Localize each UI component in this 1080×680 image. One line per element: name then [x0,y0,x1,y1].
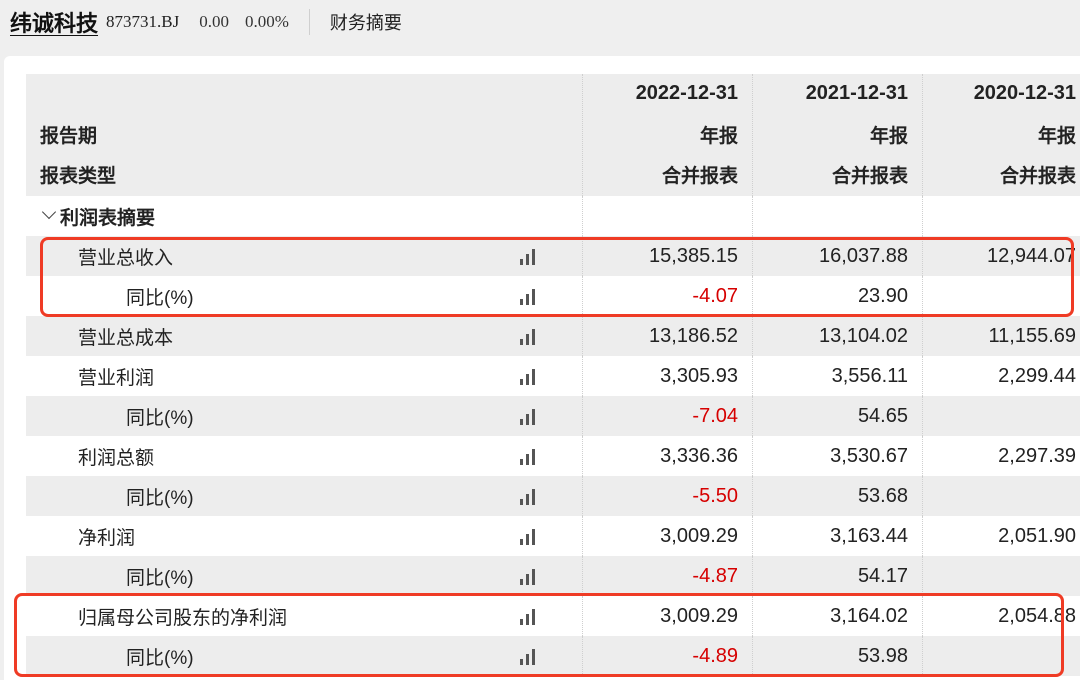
row-label: 同比(%) [126,567,194,589]
header-divider [308,9,310,35]
table-row: 同比(%) -7.04 54.65 [26,396,1080,436]
section-label-cell: 利润表摘要 [26,196,583,236]
table-row: 同比(%) -4.87 54.17 [26,556,1080,596]
value-cell: 54.17 [753,556,923,596]
highlight-box-parent-net-profit [14,593,1064,677]
chevron-down-icon[interactable] [41,204,57,220]
value-cell: 3,530.67 [753,436,923,476]
financial-summary-panel: 报告期 报表类型 2022-12-31 年报 合并报表 2021-12-31 年… [4,56,1080,680]
column-date: 2021-12-31 [805,82,908,104]
column-period: 年报 [869,126,908,147]
column-header-2020: 2020-12-31 年报 合并报表 [923,74,1080,196]
stock-header: 纬诚科技 873731.BJ 0.00 0.00% 财务摘要 [0,0,1080,44]
value-cell: 3,009.29 [583,516,753,556]
bar-chart-icon[interactable] [516,569,538,585]
column-date: 2020-12-31 [973,82,1076,104]
section-toggle-income-statement[interactable]: 利润表摘要 [26,196,1080,236]
value-cell: 2,051.90 [998,524,1076,547]
row-label-cell: 同比(%) [26,396,583,436]
row-label-cell: 同比(%) [26,556,583,596]
row-label-cell: 营业总成本 [26,316,583,356]
empty-cell [753,196,923,236]
row-label-cell: 同比(%) [26,476,583,516]
value-cell: 2,297.39 [998,444,1076,467]
row-label: 营业利润 [78,367,155,389]
header-label-cell: 报告期 报表类型 [26,74,583,196]
value-cell: 11,155.69 [988,324,1077,347]
empty-cell [923,196,1080,236]
bar-chart-icon[interactable] [516,529,538,545]
row-label: 利润总额 [78,447,155,469]
column-header-2022: 2022-12-31 年报 合并报表 [583,74,753,196]
row-label-cell: 净利润 [26,516,583,556]
table-row: 净利润 3,009.29 3,163.44 2,051.90 [26,516,1080,556]
value-cell [923,476,1080,516]
column-date: 2022-12-31 [635,82,738,104]
column-period: 年报 [1037,126,1076,147]
value-cell: 3,556.11 [753,356,923,396]
table-row: 营业利润 3,305.93 3,556.11 2,299.44 [26,356,1080,396]
value-cell [923,396,1080,436]
section-label: 利润表摘要 [60,207,156,229]
bar-chart-icon[interactable] [516,329,538,345]
column-period: 年报 [699,126,738,147]
value-cell: 2,299.44 [998,364,1076,387]
financial-table: 报告期 报表类型 2022-12-31 年报 合并报表 2021-12-31 年… [26,74,1080,676]
column-type: 合并报表 [999,166,1076,187]
bar-chart-icon[interactable] [516,489,538,505]
column-header-2021: 2021-12-31 年报 合并报表 [753,74,923,196]
empty-cell [583,196,753,236]
column-type: 合并报表 [661,166,738,187]
value-cell: -7.04 [583,396,753,436]
value-cell: -4.87 [583,556,753,596]
table-row: 利润总额 3,336.36 3,530.67 2,297.39 [26,436,1080,476]
column-type: 合并报表 [831,166,908,187]
highlight-box-revenue [40,237,1074,317]
stock-price: 0.00 [199,12,229,31]
bar-chart-icon[interactable] [516,409,538,425]
bar-chart-icon[interactable] [516,449,538,465]
value-cell: 13,186.52 [583,316,753,356]
value-cell: 3,305.93 [583,356,753,396]
report-type-label: 报表类型 [40,166,117,187]
value-cell: 3,336.36 [583,436,753,476]
report-period-label: 报告期 [40,126,98,147]
row-label-cell: 营业利润 [26,356,583,396]
table-row: 营业总成本 13,186.52 13,104.02 11,155.69 [26,316,1080,356]
row-label-cell: 利润总额 [26,436,583,476]
bar-chart-icon[interactable] [516,369,538,385]
value-cell: 3,163.44 [753,516,923,556]
section-title: 财务摘要 [329,13,402,34]
company-name-link[interactable]: 纬诚科技 [10,6,98,38]
row-label: 同比(%) [126,407,194,429]
row-label: 营业总成本 [78,327,174,349]
value-cell: 53.68 [753,476,923,516]
row-label: 同比(%) [126,487,194,509]
stock-change-pct: 0.00% [244,12,289,31]
row-label: 净利润 [78,527,136,549]
value-cell: -5.50 [583,476,753,516]
table-row: 同比(%) -5.50 53.68 [26,476,1080,516]
value-cell [923,556,1080,596]
value-cell: 13,104.02 [753,316,923,356]
value-cell: 54.65 [753,396,923,436]
stock-code: 873731.BJ [106,12,180,31]
table-header: 报告期 报表类型 2022-12-31 年报 合并报表 2021-12-31 年… [26,74,1080,196]
